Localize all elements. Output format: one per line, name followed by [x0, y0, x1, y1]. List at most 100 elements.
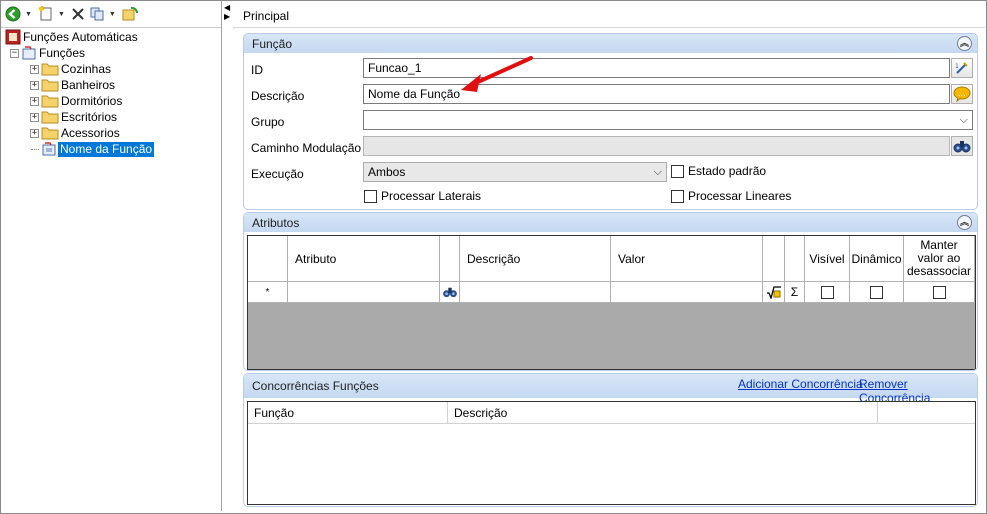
svg-text:1: 1 [955, 63, 959, 70]
function-item-icon [42, 142, 56, 156]
expand-icon[interactable]: + [30, 80, 39, 90]
tree-folder-banheiros[interactable]: + Banheiros [1, 77, 221, 93]
visivel-checkbox[interactable] [805, 282, 850, 303]
checkbox-box[interactable] [671, 164, 684, 178]
tree-folder-label: Banheiros [61, 77, 116, 92]
back-icon[interactable] [4, 4, 22, 24]
id-field[interactable]: Funcao_1 [363, 58, 950, 78]
checkbox-box[interactable] [820, 285, 834, 299]
descricao-label: Descrição [251, 89, 305, 103]
atributo-search-button[interactable] [440, 282, 460, 303]
cell-descricao[interactable] [460, 282, 611, 303]
formula-button[interactable] [763, 282, 785, 303]
processar-laterais-label: Processar Laterais [381, 189, 482, 203]
checkbox-box[interactable] [932, 285, 946, 299]
collapse-icon[interactable]: − [10, 48, 19, 58]
caminho-search-button[interactable] [951, 136, 973, 156]
descricao-translate-button[interactable]: ... [951, 84, 973, 104]
caminho-field[interactable] [363, 136, 950, 156]
copy-dropdown-icon[interactable]: ▼ [109, 11, 116, 18]
folder-icon [41, 95, 59, 108]
tree-folder-label: Cozinhas [61, 61, 112, 76]
copy-icon[interactable] [88, 4, 106, 24]
atributos-grid: Atributo Descrição Valor Visível Dinâmic… [247, 235, 976, 370]
new-item-icon[interactable] [37, 4, 55, 24]
expand-icon[interactable]: + [30, 112, 39, 122]
sum-button[interactable]: Σ [785, 282, 805, 303]
col-dinamico[interactable]: Dinâmico [850, 236, 904, 282]
tree-folder-dormitorios[interactable]: + Dormitórios [1, 93, 221, 109]
col-visivel[interactable]: Visível [805, 236, 850, 282]
col-manter-valor[interactable]: Manter valor ao desassociar [904, 236, 975, 282]
col-descricao[interactable]: Descrição [460, 236, 611, 282]
atributos-group-title: Atributos [252, 215, 300, 230]
delete-icon[interactable] [70, 4, 86, 24]
processar-laterais-checkbox[interactable]: Processar Laterais [364, 189, 481, 203]
chevron-down-icon: ⌵ [653, 166, 662, 178]
adicionar-concorrencia-link[interactable]: Adicionar Concorrência [738, 377, 863, 391]
tree-folder-escritorios[interactable]: + Escritórios [1, 109, 221, 125]
col-funcao[interactable]: Função [248, 402, 448, 424]
tree-item-label: Nome da Função [58, 141, 155, 157]
chevron-down-icon: ⌵ [959, 114, 968, 126]
expand-icon[interactable]: + [30, 96, 39, 106]
atributos-group-header: Atributos ︽ [244, 213, 977, 232]
descricao-field[interactable]: Nome da Função [363, 84, 950, 104]
collapse-up-icon[interactable]: ︽ [957, 215, 972, 230]
dinamico-checkbox[interactable] [850, 282, 904, 303]
checkbox-box[interactable] [671, 189, 684, 203]
tree-folder-acessorios[interactable]: + Acessorios [1, 125, 221, 141]
atributos-group: Atributos ︽ Atributo Descrição Valor Vis… [243, 212, 978, 371]
functions-root-icon [5, 29, 21, 45]
manter-valor-checkbox[interactable] [904, 282, 975, 303]
new-dropdown-icon[interactable]: ▼ [58, 11, 65, 18]
expand-icon[interactable]: + [30, 64, 39, 74]
panel-splitter[interactable]: ◀ ▶ [222, 1, 233, 511]
folder-icon [41, 63, 59, 76]
tree-connector [31, 148, 39, 150]
col-valor[interactable]: Valor [611, 236, 763, 282]
processar-lineares-checkbox[interactable]: Processar Lineares [671, 189, 791, 203]
back-dropdown-icon[interactable]: ▼ [25, 11, 32, 18]
execucao-select[interactable]: Ambos ⌵ [363, 162, 667, 182]
tab-principal[interactable]: Principal [243, 9, 289, 23]
checkbox-box[interactable] [870, 285, 883, 299]
collapse-up-icon[interactable]: ︽ [957, 36, 972, 51]
speech-bubble-icon: ... [953, 86, 971, 102]
new-row-marker: * [248, 282, 288, 303]
folder-icon [41, 111, 59, 124]
details-panel: Principal Função ︽ ID Funcao_1 1 Descriç… [233, 1, 985, 511]
col-formula [763, 236, 785, 282]
col-atributo[interactable]: Atributo [288, 236, 440, 282]
expand-right-icon[interactable]: ▶ [224, 12, 230, 21]
concorrencias-title: Concorrências Funções [252, 379, 379, 393]
execucao-label: Execução [251, 167, 304, 181]
tree-toolbar: ▼ ▼ ▼ [1, 1, 221, 28]
expand-icon[interactable]: + [30, 128, 39, 138]
tree-group[interactable]: − Funções [1, 45, 221, 61]
col-sum [785, 236, 805, 282]
grupo-select[interactable]: ⌵ [363, 110, 973, 130]
tree-folder-label: Escritórios [61, 109, 118, 124]
folder-icon [41, 79, 59, 92]
estado-padrao-checkbox[interactable]: Estado padrão [671, 164, 766, 178]
binoculars-icon [442, 287, 457, 298]
tree-root[interactable]: Funções Automáticas [1, 29, 221, 45]
function-tree: Funções Automáticas − Funções + Cozinhas… [1, 28, 221, 157]
cell-atributo[interactable] [288, 282, 440, 303]
tree-item-selected[interactable]: Nome da Função [1, 141, 221, 157]
col-descricao-concorrencia[interactable]: Descrição [448, 402, 878, 424]
collapse-left-icon[interactable]: ◀ [224, 3, 230, 12]
processar-lineares-label: Processar Lineares [688, 189, 792, 203]
id-generate-button[interactable]: 1 [951, 58, 973, 78]
binoculars-icon [953, 141, 971, 153]
grupo-label: Grupo [251, 115, 285, 129]
tree-root-label: Funções Automáticas [23, 29, 138, 44]
col-filler [878, 402, 975, 424]
refresh-icon[interactable] [121, 4, 139, 24]
cell-valor[interactable] [611, 282, 763, 303]
checkbox-box[interactable] [364, 189, 377, 203]
tree-folder-cozinhas[interactable]: + Cozinhas [1, 61, 221, 77]
concorrencias-grid: Função Descrição [247, 401, 976, 505]
tree-group-label: Funções [39, 45, 86, 60]
